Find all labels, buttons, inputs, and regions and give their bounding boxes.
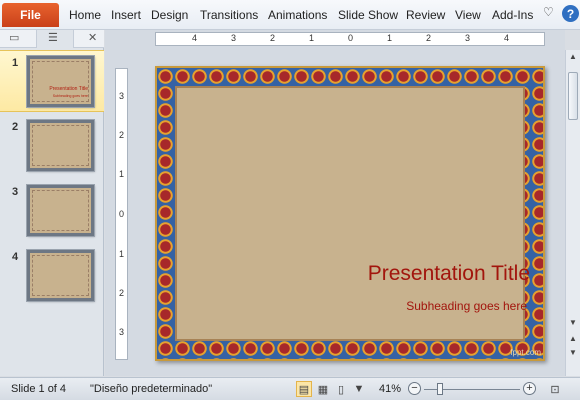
ruler-label: 3 [465, 33, 471, 43]
scroll-up-icon[interactable]: ▲ [569, 52, 577, 61]
ruler-label: 4 [192, 33, 198, 43]
slide-preview: Presentation Title Subheading goes here [26, 55, 95, 108]
close-pane-icon[interactable]: ✕ [88, 31, 97, 44]
tab-animations[interactable]: Animations [268, 8, 327, 22]
reading-view-icon[interactable]: ▯ [333, 381, 349, 397]
slide-title[interactable]: Presentation Title [368, 262, 530, 286]
tab-view[interactable]: View [455, 8, 481, 22]
slide-number: 1 [12, 57, 19, 69]
slide-number: 4 [12, 251, 19, 263]
zoom-level[interactable]: 41% [379, 383, 401, 395]
ruler-label: 2 [426, 33, 432, 43]
ruler-label: 1 [309, 33, 315, 43]
normal-view-icon[interactable]: ▤ [296, 381, 312, 397]
ruler-label: 1 [119, 169, 125, 179]
ruler-label: 3 [119, 327, 125, 337]
slide-number: 2 [12, 121, 19, 133]
status-bar: Slide 1 of 4 "Diseño predeterminado" ▤ ▦… [0, 377, 580, 400]
slide-subtitle[interactable]: Subheading goes here [406, 299, 527, 313]
tab-review[interactable]: Review [406, 8, 445, 22]
tab-slide-show[interactable]: Slide Show [338, 8, 398, 22]
slide-counter: Slide 1 of 4 [11, 383, 67, 395]
zoom-in-icon[interactable]: + [523, 382, 536, 395]
zoom-slider-thumb[interactable] [437, 383, 443, 395]
ruler-label: 3 [231, 33, 237, 43]
ruler-label: 2 [119, 130, 125, 140]
file-tab[interactable]: File [2, 3, 59, 27]
scroll-down-icon[interactable]: ▼ [569, 318, 577, 327]
slide-number: 3 [12, 186, 19, 198]
minimize-ribbon-icon[interactable]: ♡ [543, 5, 554, 19]
ruler-label: 3 [119, 91, 125, 101]
next-slide-icon[interactable]: ▼ [569, 348, 577, 357]
vertical-ruler: 3 2 1 0 1 2 3 [115, 68, 128, 360]
tab-add-ins[interactable]: Add-Ins [492, 8, 533, 22]
ruler-label: 4 [504, 33, 510, 43]
ruler-label: 0 [119, 209, 125, 219]
ruler-label: 1 [119, 249, 125, 259]
tab-home[interactable]: Home [69, 8, 101, 22]
slide-thumbnail-1[interactable]: 1 Presentation Title Subheading goes her… [0, 50, 104, 112]
ruler-label: 2 [119, 288, 125, 298]
slides-pane: ▭ ☰ ✕ 1 Presentation Title Subheading go… [0, 30, 104, 376]
slides-tab-icon[interactable]: ▭ [9, 31, 19, 44]
tab-transitions[interactable]: Transitions [200, 8, 258, 22]
fit-slide-icon[interactable]: ⊡ [547, 381, 563, 397]
slide-thumbnail-3[interactable]: 3 [0, 180, 104, 242]
zoom-out-icon[interactable]: − [408, 382, 421, 395]
thumb-title: Presentation Title [49, 86, 88, 92]
thumb-subtitle: Subheading goes here [52, 94, 88, 98]
outline-tab-icon[interactable]: ☰ [48, 31, 58, 44]
pane-header: ▭ ☰ ✕ [0, 30, 104, 48]
slide-thumbnail-4[interactable]: 4 [0, 245, 104, 307]
slide-show-icon[interactable]: ▼ [351, 381, 367, 397]
ribbon-tab-bar: File Home Insert Design Transitions Anim… [0, 0, 580, 30]
tab-design[interactable]: Design [151, 8, 188, 22]
slide-preview [26, 184, 95, 237]
theme-name[interactable]: "Diseño predeterminado" [90, 383, 212, 395]
help-icon[interactable]: ? [562, 5, 579, 22]
previous-slide-icon[interactable]: ▲ [569, 334, 577, 343]
ruler-label: 0 [348, 33, 354, 43]
vertical-scrollbar[interactable]: ▲ ▼ ▲ ▼ [565, 50, 580, 376]
ruler-label: 1 [387, 33, 393, 43]
slide-thumbnail-2[interactable]: 2 [0, 115, 104, 177]
slide-canvas[interactable]: Presentation Title Subheading goes here … [155, 66, 545, 361]
slide-preview [26, 119, 95, 172]
brand-watermark: fppt.com [510, 348, 541, 357]
scrollbar-thumb[interactable] [568, 72, 578, 120]
ruler-label: 2 [270, 33, 276, 43]
slide-preview [26, 249, 95, 302]
slide-sorter-icon[interactable]: ▦ [315, 381, 331, 397]
tab-insert[interactable]: Insert [111, 8, 141, 22]
horizontal-ruler: 4 3 2 1 0 1 2 3 4 [155, 32, 545, 46]
